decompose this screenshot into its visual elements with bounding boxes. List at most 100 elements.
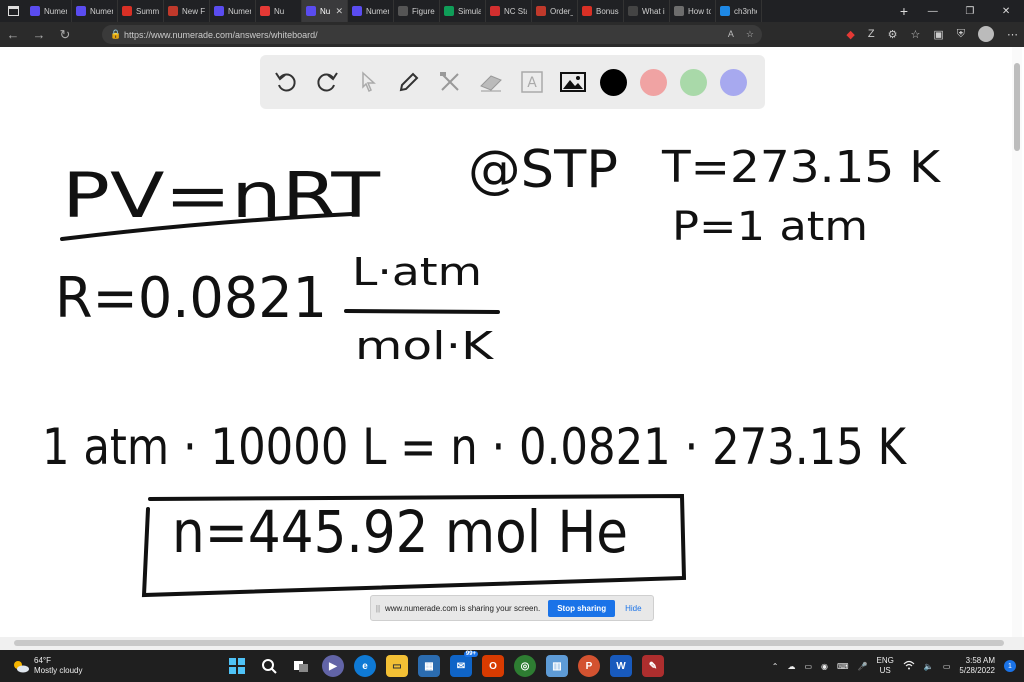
excel-icon[interactable]: ▥	[546, 655, 568, 677]
tab-actions-icon[interactable]	[0, 0, 26, 22]
weather-widget[interactable]: 64°F Mostly cloudy	[0, 656, 212, 676]
app-icon[interactable]: ✎	[642, 655, 664, 677]
back-icon[interactable]: ←	[0, 27, 26, 42]
new-tab-button[interactable]: +	[894, 3, 914, 19]
collections-icon[interactable]: ▣	[933, 28, 943, 41]
more-icon[interactable]: ⋯	[1007, 28, 1018, 41]
chevron-up-icon[interactable]: ⌃	[772, 662, 779, 671]
onedrive-icon[interactable]: ☁	[787, 662, 795, 671]
screen-share-notice: || www.numerade.com is sharing your scre…	[370, 595, 654, 621]
mail-badge: 99+	[463, 651, 478, 657]
extension-icon[interactable]: ◆	[846, 28, 854, 41]
tab-label: Numer	[228, 6, 251, 16]
chat-icon[interactable]: ▶	[322, 655, 344, 677]
camera-icon[interactable]: ◉	[821, 662, 828, 671]
browser-tab[interactable]: Simulat	[440, 0, 486, 22]
shield-icon[interactable]: ⛨	[957, 28, 965, 41]
store-icon[interactable]: ▦	[418, 655, 440, 677]
temperature-text: T=273.15 K	[661, 142, 941, 193]
window-controls: — ❐ ✕	[914, 6, 1024, 17]
browser-tab[interactable]: Order_	[532, 0, 578, 22]
url-field[interactable]: 🔒 https://www.numerade.com/answers/white…	[102, 25, 762, 44]
powerpoint-icon[interactable]: P	[578, 655, 600, 677]
stop-sharing-button[interactable]: Stop sharing	[548, 599, 616, 617]
browser-tab[interactable]: Nu ✕	[302, 0, 348, 22]
mail-icon[interactable]: ✉ 99+	[450, 651, 478, 677]
tab-label: Figure	[412, 6, 435, 16]
lock-icon: 🔒	[110, 29, 122, 39]
volume-icon[interactable]: 🔈	[924, 662, 934, 671]
browser-tab[interactable]: Figure	[394, 0, 440, 22]
browser-tab[interactable]: Numer	[348, 0, 394, 22]
extension-icon[interactable]: Z	[868, 28, 875, 40]
browser-tab[interactable]: What is	[624, 0, 670, 22]
add-favorite-icon[interactable]: ☆	[746, 29, 754, 40]
favorites-icon[interactable]: ☆	[910, 28, 920, 41]
browser-tab[interactable]: New Fo	[164, 0, 210, 22]
browser-tab[interactable]: Numer	[72, 0, 118, 22]
tab-label: Numer	[44, 6, 67, 16]
tab-label: Summe	[136, 6, 159, 16]
chrome-icon[interactable]: ◎	[514, 655, 536, 677]
equation-text: 1 atm · 10000 L = n · 0.0821 · 273.15 K	[42, 418, 907, 476]
refresh-icon[interactable]: ↻	[52, 27, 78, 43]
answer-text: n=445.92 mol He	[172, 498, 628, 566]
avatar[interactable]	[978, 26, 994, 42]
restore-icon[interactable]: ❐	[965, 6, 974, 17]
tab-label: Numer	[366, 6, 389, 16]
office-icon[interactable]: O	[482, 655, 504, 677]
browser-tab[interactable]: Numer	[210, 0, 256, 22]
tab-label: Order_	[550, 6, 573, 16]
tab-label: NC Stat	[504, 6, 527, 16]
tab-label: ch3nhc	[734, 6, 757, 16]
clock-date: 5/28/2022	[959, 666, 995, 675]
scrollbar-thumb[interactable]	[1014, 63, 1020, 151]
battery-icon[interactable]: ▭	[943, 662, 951, 671]
language-indicator[interactable]: ENG US	[877, 656, 894, 676]
system-tray: ⌃ ☁ ▭ ◉ ⌨ 🎤 ENG US 🔈 ▭ 3:58 AM 5/28/2022…	[772, 650, 1016, 682]
wifi-icon[interactable]	[903, 660, 915, 672]
mic-icon[interactable]: 🎤	[858, 662, 868, 671]
stp-text: @STP	[468, 140, 618, 200]
sheets-icon	[444, 6, 454, 16]
language-bottom: US	[879, 666, 891, 675]
bing-icon	[720, 6, 730, 16]
browser-tab[interactable]: NC Stat	[486, 0, 532, 22]
clock[interactable]: 3:58 AM 5/28/2022	[959, 656, 995, 676]
numerade-icon	[76, 6, 86, 16]
forward-icon[interactable]: →	[26, 27, 52, 42]
browser-tab[interactable]: Nu	[256, 0, 302, 22]
notification-badge[interactable]: 1	[1004, 660, 1016, 672]
read-aloud-icon[interactable]: A	[728, 29, 734, 40]
tab-label: Bonus	[596, 6, 619, 16]
numerade-icon	[214, 6, 224, 16]
start-icon[interactable]	[226, 655, 248, 677]
horizontal-scrollbar-thumb[interactable]	[14, 640, 1004, 646]
hide-button[interactable]: Hide	[625, 604, 641, 613]
close-window-icon[interactable]: ✕	[1002, 6, 1010, 17]
order-icon	[536, 6, 546, 16]
tab-strip: Numer Numer Summe New Fo Numer Nu Nu ✕ Numer Figu…	[26, 0, 894, 22]
minimize-icon[interactable]: —	[928, 6, 938, 17]
display-icon[interactable]: ▭	[804, 662, 812, 671]
browser-tab[interactable]: Bonus	[578, 0, 624, 22]
explorer-icon[interactable]: ▭	[386, 655, 408, 677]
search-icon[interactable]	[258, 655, 280, 677]
task-view-icon[interactable]	[290, 655, 312, 677]
horizontal-scrollbar[interactable]	[0, 637, 1024, 650]
whiteboard-canvas[interactable]: PV=nRT @STP T=273.15 K P=1 atm R=0.0821 …	[0, 47, 1012, 637]
browser-tab[interactable]: Summe	[118, 0, 164, 22]
browser-tab[interactable]: Numer	[26, 0, 72, 22]
extensions-icon[interactable]: ⚙	[888, 28, 898, 41]
keyboard-icon[interactable]: ⌨	[837, 662, 849, 671]
browser-tab[interactable]: How to	[670, 0, 716, 22]
tab-bar: Numer Numer Summe New Fo Numer Nu Nu ✕ Numer Figu…	[0, 0, 1024, 22]
close-tab-icon[interactable]: ✕	[335, 6, 343, 17]
vertical-scrollbar[interactable]	[1012, 47, 1022, 637]
word-icon[interactable]: W	[610, 655, 632, 677]
edge-icon[interactable]: e	[354, 655, 376, 677]
browser-tab[interactable]: ch3nhc	[716, 0, 762, 22]
drag-handle-icon[interactable]: ||	[371, 604, 385, 613]
tab-label: Numer	[90, 6, 113, 16]
gas-constant-denominator: mol·K	[355, 324, 494, 368]
